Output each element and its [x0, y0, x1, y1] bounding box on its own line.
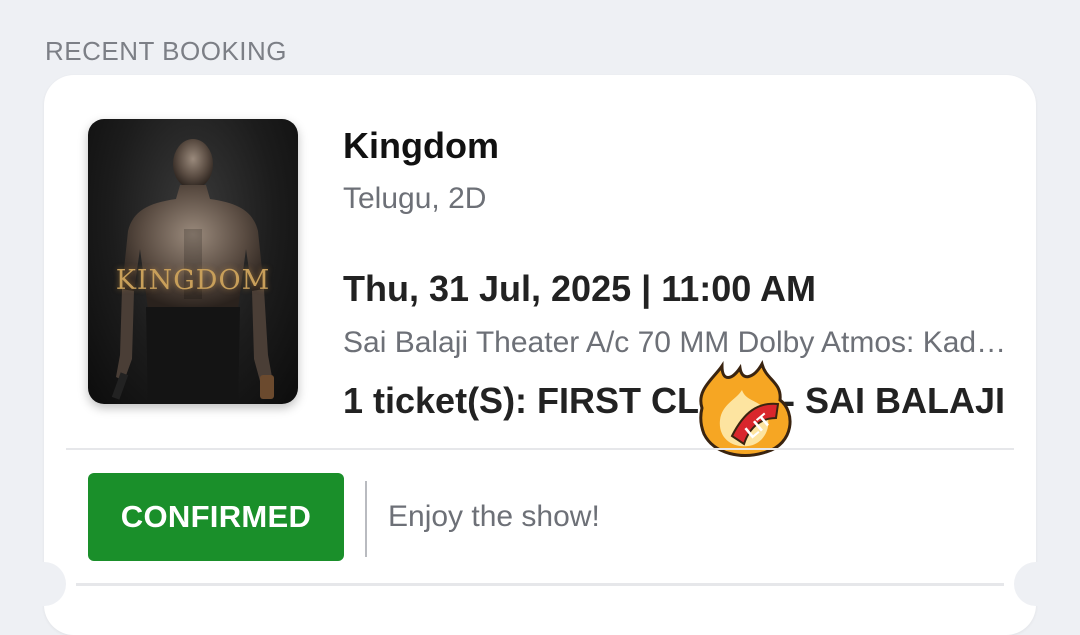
show-datetime: Thu, 31 Jul, 2025 | 11:00 AM [343, 268, 816, 309]
status-message: Enjoy the show! [388, 500, 600, 533]
movie-title: Kingdom [343, 125, 499, 166]
status-badge: CONFIRMED [88, 473, 344, 561]
lit-sticker[interactable]: LIT [692, 360, 802, 460]
movie-poster[interactable]: KINGDOM [88, 119, 298, 404]
status-separator [365, 481, 367, 557]
venue-name: Sai Balaji Theater A/c 70 MM Dolby Atmos… [343, 326, 1013, 359]
poster-figure-icon [111, 139, 274, 404]
card-divider [66, 448, 1014, 450]
poster-title: KINGDOM [115, 265, 271, 296]
ticket-notch-left [22, 562, 66, 606]
ticket-details: 1 ticket(S): FIRST CLASS - SAI BALAJI [343, 380, 1006, 421]
section-title: RECENT BOOKING [45, 36, 288, 66]
flame-icon [699, 360, 792, 457]
card-bottom-divider [76, 583, 1004, 586]
ticket-notch-right [1014, 562, 1058, 606]
booking-card[interactable]: KINGDOM Kingdom Telugu, 2D Thu, 31 Jul, … [22, 75, 1058, 635]
movie-language-format: Telugu, 2D [343, 182, 487, 215]
